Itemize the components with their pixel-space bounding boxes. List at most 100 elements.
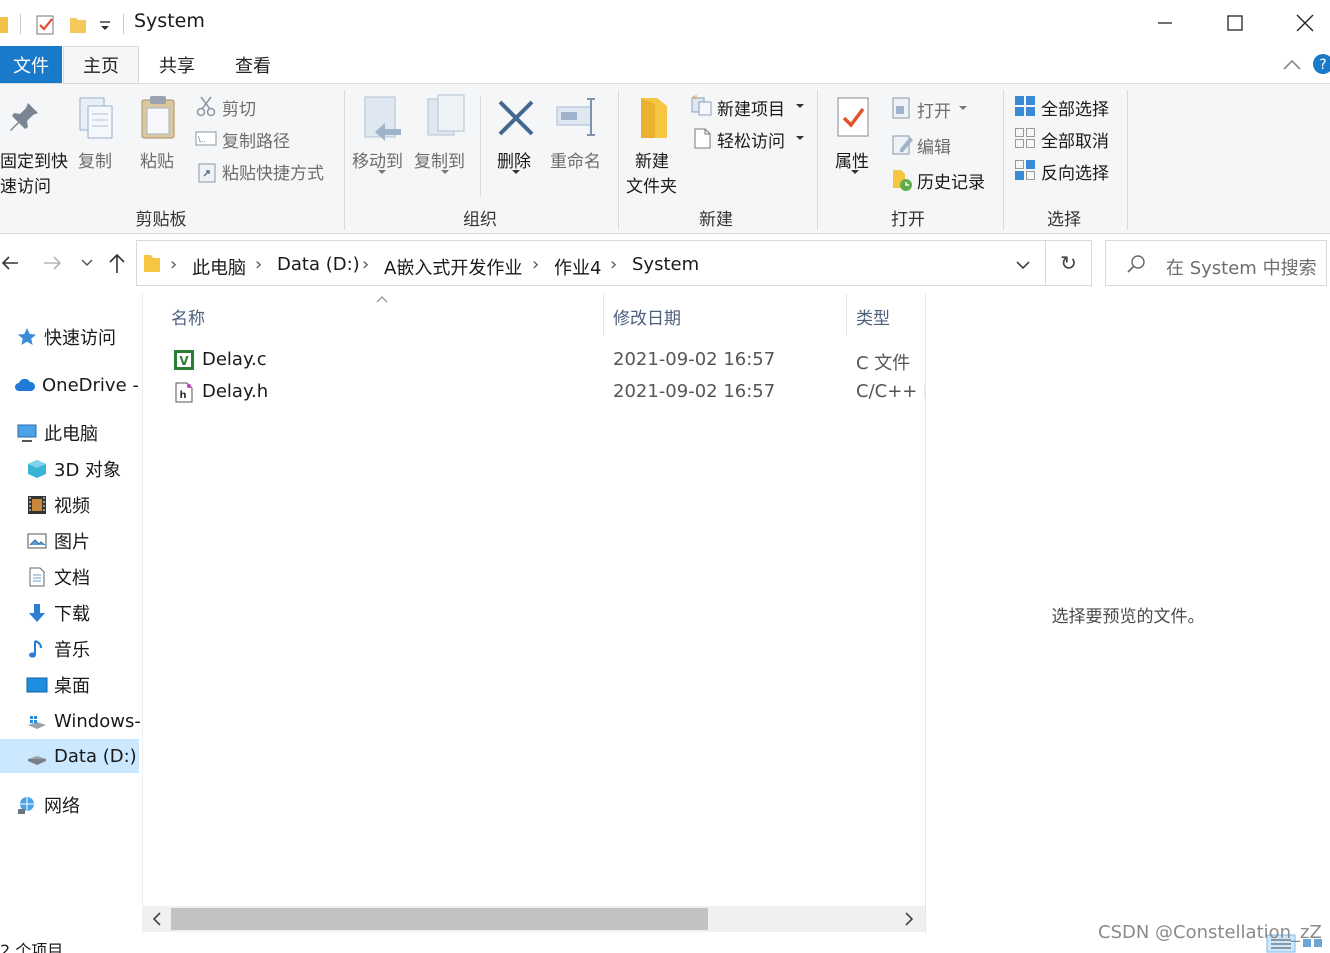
preview-message: 选择要预览的文件。 bbox=[1051, 607, 1205, 627]
organize-group-label: 组织 bbox=[463, 210, 497, 230]
properties-check-icon[interactable] bbox=[36, 13, 56, 35]
help-icon[interactable]: ? bbox=[1312, 53, 1330, 75]
breadcrumb-separator-icon[interactable]: › bbox=[610, 254, 617, 275]
refresh-icon: ↻ bbox=[1060, 251, 1077, 275]
nav-item-this-pc[interactable]: 此电脑 bbox=[16, 416, 98, 450]
nav-item-network[interactable]: 网络 bbox=[16, 788, 80, 822]
collapse-ribbon-icon[interactable] bbox=[1282, 58, 1302, 72]
scroll-right-icon[interactable] bbox=[903, 912, 915, 926]
nav-label: 下载 bbox=[54, 604, 90, 625]
history-icon bbox=[893, 170, 912, 191]
column-divider[interactable] bbox=[846, 294, 847, 336]
nav-item-quick-access[interactable]: 快速访问 bbox=[16, 320, 116, 354]
table-row[interactable]: V Delay.c 2021-09-02 16:57 C 文件 bbox=[169, 344, 923, 376]
nav-label: OneDrive - bbox=[42, 374, 139, 396]
music-note-icon bbox=[29, 640, 42, 658]
file-name: Delay.c bbox=[202, 349, 267, 370]
refresh-button[interactable]: ↻ bbox=[1046, 240, 1092, 286]
document-icon bbox=[29, 567, 45, 587]
search-box[interactable]: 在 System 中搜索 bbox=[1105, 240, 1327, 286]
address-history-chevron-icon[interactable] bbox=[1016, 260, 1030, 270]
properties-check-icon bbox=[837, 97, 869, 137]
tab-home[interactable]: 主页 bbox=[63, 46, 139, 83]
scroll-left-icon[interactable] bbox=[151, 912, 163, 926]
star-icon bbox=[18, 328, 36, 345]
svg-text:?: ? bbox=[1319, 57, 1326, 73]
title-bar: System bbox=[0, 0, 1330, 46]
column-header-name[interactable]: 名称 bbox=[171, 304, 205, 329]
new-item-label: 新建项目 bbox=[717, 100, 785, 120]
new-folder-label-line2: 文件夹 bbox=[626, 177, 677, 197]
film-icon bbox=[28, 496, 46, 514]
tab-view[interactable]: 查看 bbox=[218, 46, 288, 83]
customize-dropdown-icon[interactable] bbox=[99, 13, 111, 35]
new-folder-icon bbox=[641, 98, 667, 138]
breadcrumb-item[interactable]: A嵌入式开发作业 bbox=[384, 254, 522, 280]
edit-pencil-icon bbox=[892, 135, 913, 155]
easy-access-dropdown-icon bbox=[796, 136, 804, 140]
close-button[interactable] bbox=[1270, 0, 1330, 46]
forward-arrow-icon[interactable] bbox=[42, 254, 64, 272]
move-to-dropdown-icon bbox=[378, 170, 386, 174]
nav-item-windows-drive[interactable]: Windows- bbox=[26, 704, 141, 738]
item-count: 2 个项目 bbox=[0, 941, 64, 953]
select-none-label: 全部取消 bbox=[1041, 132, 1109, 152]
address-bar[interactable]: › 此电脑 › Data (D:) › A嵌入式开发作业 › 作业4 › Sys… bbox=[136, 240, 1046, 286]
drive-windows-icon bbox=[28, 716, 46, 729]
move-to-icon bbox=[364, 96, 401, 141]
nav-item-videos[interactable]: 视频 bbox=[26, 488, 90, 522]
column-header-modified[interactable]: 修改日期 bbox=[613, 304, 681, 329]
nav-item-documents[interactable]: 文档 bbox=[26, 560, 90, 594]
scissors-icon bbox=[196, 96, 216, 117]
copy-label: 复制 bbox=[78, 152, 112, 172]
pin-label-line2: 速访问 bbox=[0, 177, 51, 197]
paste-icon bbox=[141, 96, 175, 139]
window-title: System bbox=[134, 10, 205, 32]
group-divider bbox=[344, 90, 345, 230]
nav-item-data-drive[interactable]: Data (D:) bbox=[0, 739, 139, 773]
back-arrow-icon[interactable] bbox=[0, 254, 20, 272]
tab-file[interactable]: 文件 bbox=[0, 46, 62, 83]
nav-label: 桌面 bbox=[54, 676, 90, 697]
recent-locations-chevron-icon[interactable] bbox=[81, 258, 93, 268]
nav-item-3d-objects[interactable]: 3D 对象 bbox=[26, 452, 121, 486]
breadcrumb-separator-icon[interactable]: › bbox=[255, 254, 262, 275]
minimize-button[interactable] bbox=[1130, 0, 1200, 46]
maximize-button[interactable] bbox=[1200, 0, 1270, 46]
breadcrumb-separator-icon[interactable]: › bbox=[532, 254, 539, 275]
cube-3d-icon bbox=[28, 460, 46, 478]
breadcrumb-item[interactable]: Data (D:) bbox=[277, 254, 360, 275]
file-type: C/C++ H bbox=[856, 381, 926, 402]
clipboard-group-label: 剪贴板 bbox=[135, 210, 187, 230]
up-arrow-icon[interactable] bbox=[108, 252, 126, 274]
breadcrumb-item[interactable]: System bbox=[632, 254, 699, 275]
select-all-icon bbox=[1015, 96, 1035, 116]
file-list: 名称 修改日期 类型 V Delay.c 2021-09-02 16:57 C … bbox=[143, 294, 926, 934]
new-folder-icon[interactable] bbox=[68, 13, 88, 35]
table-row[interactable]: h Delay.h 2021-09-02 16:57 C/C++ H bbox=[169, 376, 926, 408]
nav-item-downloads[interactable]: 下载 bbox=[26, 596, 90, 630]
nav-item-music[interactable]: 音乐 bbox=[26, 632, 90, 666]
breadcrumb-separator-icon[interactable]: › bbox=[170, 254, 177, 275]
nav-item-pictures[interactable]: 图片 bbox=[26, 524, 90, 558]
nav-label: 网络 bbox=[44, 796, 80, 817]
breadcrumb-item[interactable]: 此电脑 bbox=[192, 254, 246, 280]
delete-dropdown-icon bbox=[512, 170, 520, 174]
search-placeholder: 在 System 中搜索 bbox=[1166, 258, 1317, 279]
file-modified: 2021-09-02 16:57 bbox=[613, 349, 776, 370]
scrollbar-thumb[interactable] bbox=[171, 908, 708, 930]
breadcrumb-item[interactable]: 作业4 bbox=[554, 254, 601, 280]
horizontal-scrollbar[interactable] bbox=[143, 906, 925, 932]
copy-to-dropdown-icon bbox=[441, 170, 449, 174]
nav-item-onedrive[interactable]: OneDrive - bbox=[14, 368, 139, 402]
nav-label: Data (D:) bbox=[54, 745, 137, 767]
column-header-type[interactable]: 类型 bbox=[856, 304, 890, 329]
c-source-file-icon: V bbox=[174, 350, 194, 370]
navigation-pane: 快速访问 OneDrive - 此电脑 3D 对象 视频 图片 文档 下载 音乐… bbox=[0, 294, 142, 934]
cut-label: 剪切 bbox=[222, 100, 256, 120]
nav-item-desktop[interactable]: 桌面 bbox=[26, 668, 90, 702]
column-divider[interactable] bbox=[603, 294, 604, 336]
breadcrumb-separator-icon[interactable]: › bbox=[362, 254, 369, 275]
tab-share[interactable]: 共享 bbox=[142, 46, 212, 83]
nav-label: 此电脑 bbox=[44, 424, 98, 445]
